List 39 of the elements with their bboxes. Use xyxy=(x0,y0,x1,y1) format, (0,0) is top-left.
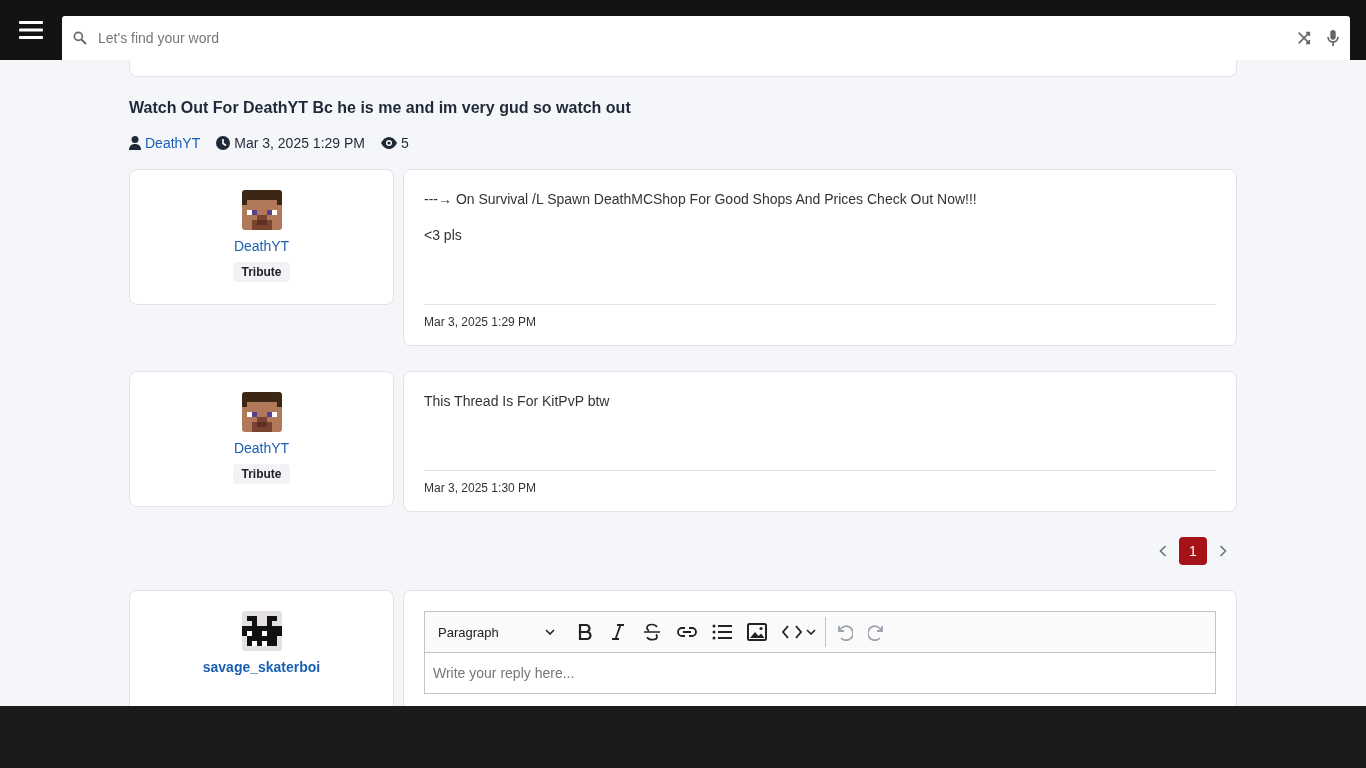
rank-badge: Tribute xyxy=(233,464,290,484)
block-format-dropdown[interactable]: Paragraph xyxy=(431,624,561,640)
search-icon xyxy=(72,30,88,46)
chevron-down-icon[interactable] xyxy=(806,629,816,635)
page-button[interactable]: 1 xyxy=(1179,537,1207,565)
post-timestamp: Mar 3, 2025 1:29 PM xyxy=(424,315,538,329)
menu-icon xyxy=(19,21,43,39)
search-field[interactable]: Let's find your word xyxy=(62,16,1350,60)
clock-icon xyxy=(216,136,231,150)
rank-badge: Tribute xyxy=(233,262,290,282)
view-count: 5 xyxy=(401,135,409,151)
user-icon xyxy=(129,136,141,150)
chevron-right-icon[interactable] xyxy=(1219,545,1227,557)
bold-icon[interactable] xyxy=(576,623,594,641)
post-timestamp: Mar 3, 2025 1:30 PM xyxy=(424,481,538,495)
chevron-left-icon[interactable] xyxy=(1159,545,1167,557)
italic-icon[interactable] xyxy=(609,623,627,641)
bullet-list-icon[interactable] xyxy=(712,624,732,640)
chevron-down-icon xyxy=(545,629,555,635)
username-link[interactable]: savage_skaterboi xyxy=(202,659,321,675)
thread-title: Watch Out For DeathYT Bc he is me and im very gud so watch out xyxy=(129,99,632,117)
post-text: <3 pls xyxy=(424,226,463,244)
avatar-icon xyxy=(241,392,282,432)
strikethrough-icon[interactable] xyxy=(642,623,662,641)
shuffle-icon[interactable] xyxy=(1296,30,1312,46)
username-link[interactable]: DeathYT xyxy=(233,440,290,456)
post-text: ---→ On Survival /L Spawn DeathMCShop For Good Shops And Prices Check Out Now!!! xyxy=(424,190,978,208)
avatar-icon xyxy=(241,611,282,651)
post-text: This Thread Is For KitPvP btw xyxy=(424,392,611,410)
eye-icon xyxy=(381,137,397,149)
thread-date: Mar 3, 2025 1:29 PM xyxy=(234,135,365,151)
avatar-icon xyxy=(241,190,282,230)
microphone-icon[interactable] xyxy=(1326,29,1340,47)
link-icon[interactable] xyxy=(677,626,697,638)
reply-input[interactable]: Write your reply here... xyxy=(424,653,1216,694)
author-link[interactable]: DeathYT xyxy=(145,135,201,151)
code-icon[interactable] xyxy=(782,625,802,639)
username-link[interactable]: DeathYT xyxy=(233,238,290,254)
image-icon[interactable] xyxy=(747,623,767,641)
